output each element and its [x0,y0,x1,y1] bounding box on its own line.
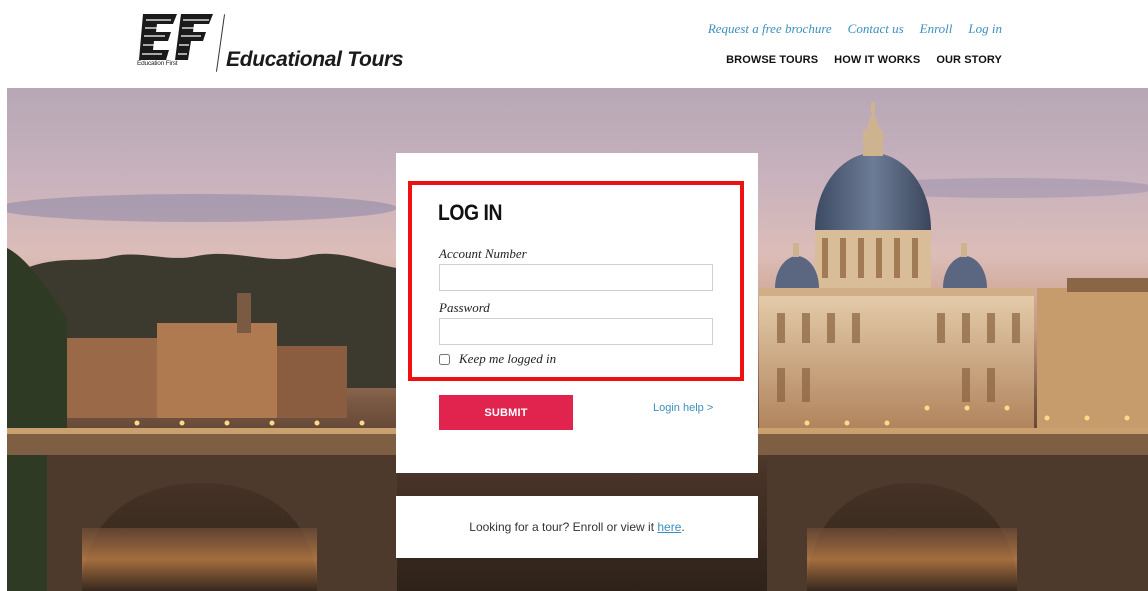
main-nav: BROWSE TOURS HOW IT WORKS OUR STORY [726,54,1002,66]
tour-prompt-card: Looking for a tour? Enroll or view it he… [396,496,758,558]
nav-browse-tours[interactable]: BROWSE TOURS [726,54,818,66]
enroll-link[interactable]: Enroll [920,21,953,37]
tour-here-link[interactable]: here [657,520,681,534]
account-number-label: Account Number [439,246,527,261]
login-card: LOG IN Account Number Password Keep me l… [396,153,758,473]
contact-us-link[interactable]: Contact us [848,21,904,37]
account-number-input[interactable] [439,264,713,291]
site-header: Education First Educational Tours Reques… [0,0,1148,88]
nav-our-story[interactable]: OUR STORY [936,54,1002,66]
log-in-link[interactable]: Log in [968,21,1002,37]
keep-logged-in-option[interactable]: Keep me logged in [439,351,556,367]
submit-button[interactable]: SUBMIT [439,395,573,430]
nav-how-it-works[interactable]: HOW IT WORKS [834,54,920,66]
password-label: Password [439,300,490,315]
tour-prompt-suffix: . [681,520,685,534]
tour-prompt-text: Looking for a tour? Enroll or view it [469,520,658,534]
password-input[interactable] [439,318,713,345]
utility-nav: Request a free brochure Contact us Enrol… [708,21,1002,37]
ef-logo-mark-icon [139,14,213,60]
keep-logged-in-checkbox[interactable] [439,353,450,365]
request-brochure-link[interactable]: Request a free brochure [708,21,832,37]
ef-logo[interactable]: Education First Educational Tours [137,12,427,72]
login-title: LOG IN [438,200,503,225]
logo-wordmark: Educational Tours [226,48,404,71]
login-help-link[interactable]: Login help > [653,402,713,414]
logo-divider [215,14,226,72]
keep-logged-in-label: Keep me logged in [459,351,557,366]
logo-subtitle: Education First [137,60,178,67]
